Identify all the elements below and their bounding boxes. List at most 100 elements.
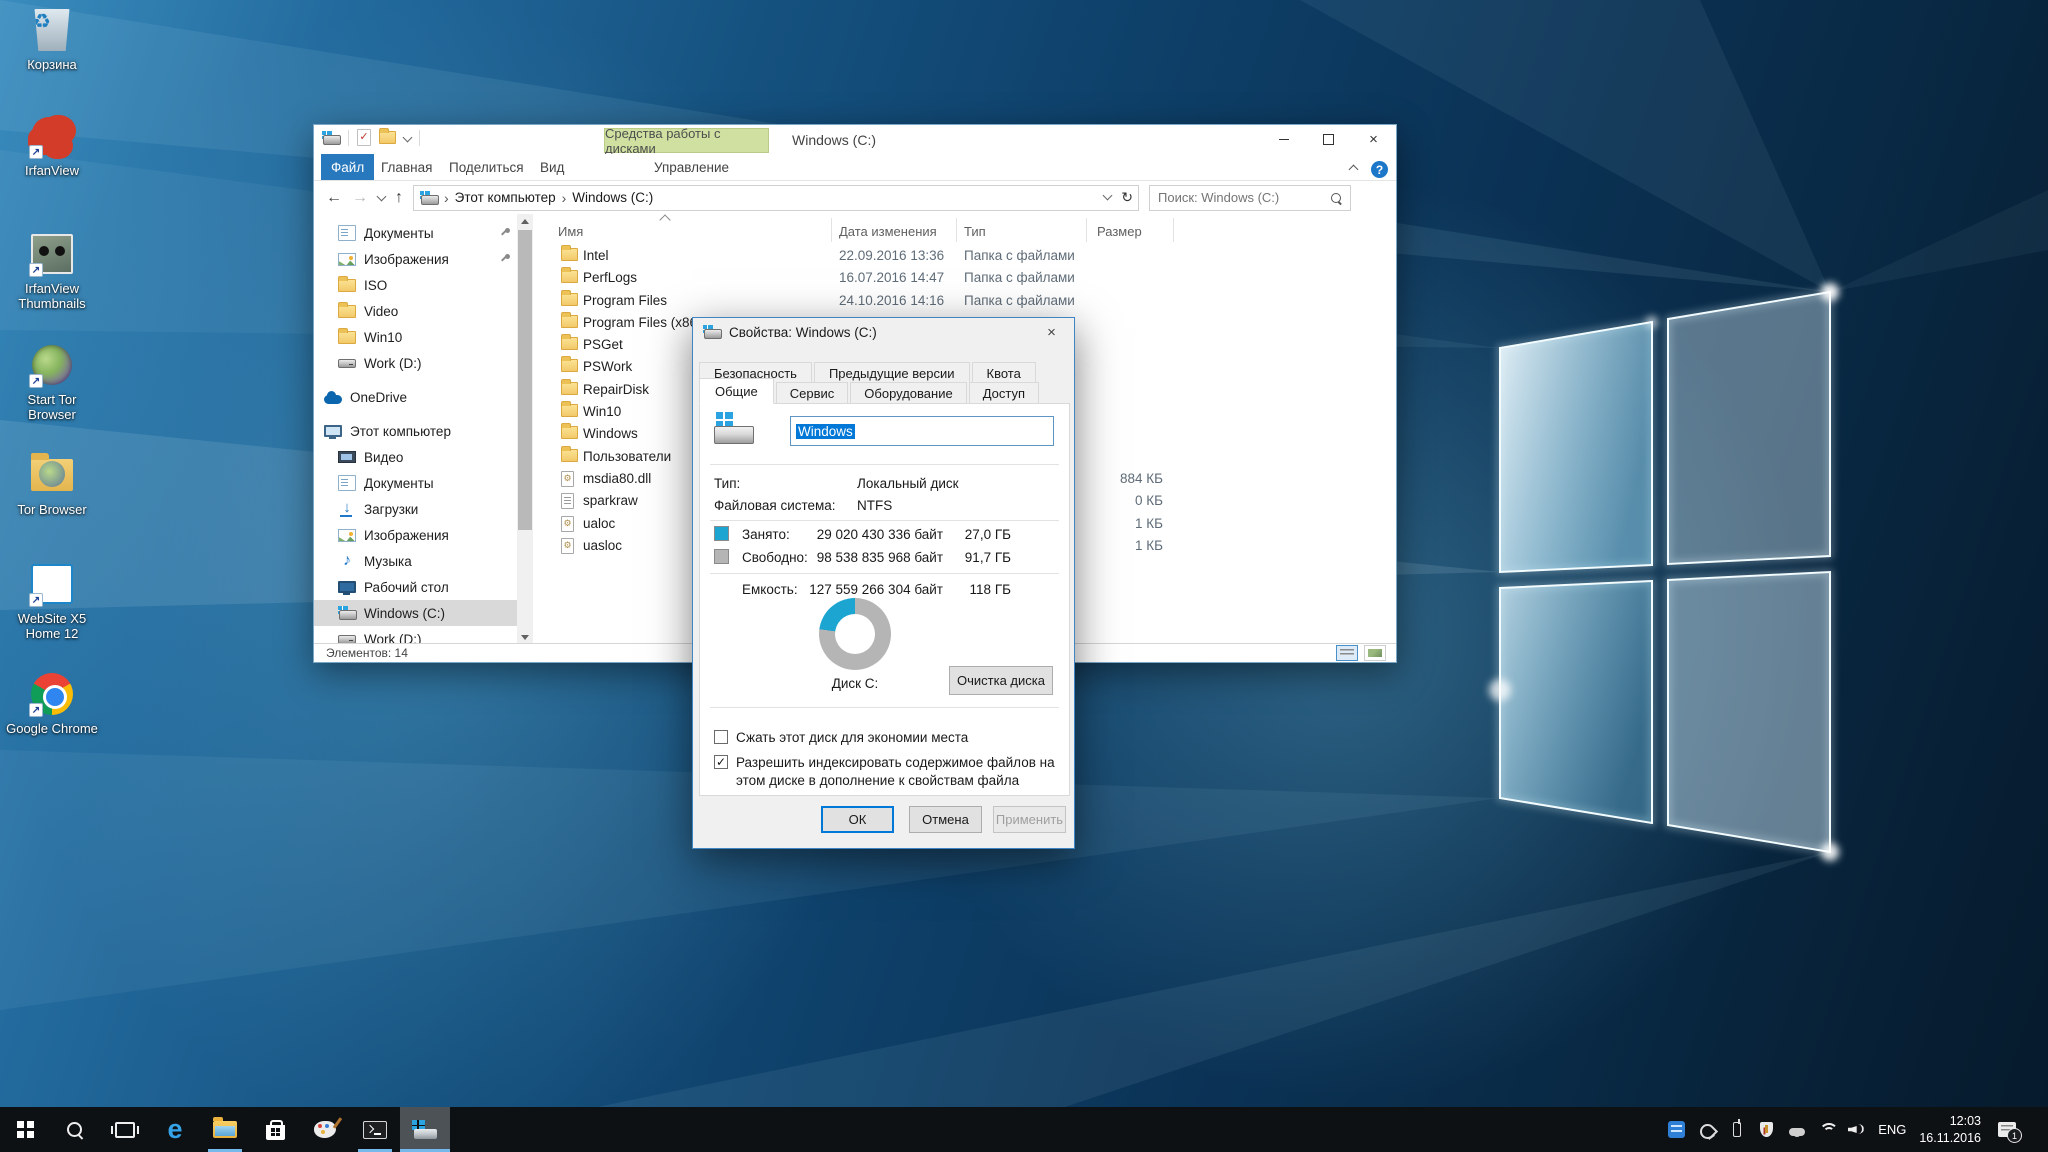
forward-icon[interactable]: → bbox=[352, 189, 368, 207]
up-icon[interactable]: ↑ bbox=[395, 189, 403, 207]
new-folder-qat-icon[interactable] bbox=[379, 131, 396, 144]
nav-item[interactable]: Этот компьютер bbox=[314, 418, 533, 444]
desktop-icon[interactable]: ↗ Tor Browser bbox=[6, 451, 98, 517]
file-row[interactable]: PerfLogs 16.07.2016 14:47 Папка с файлам… bbox=[533, 267, 1396, 289]
address-dropdown-chevron-icon[interactable] bbox=[1103, 191, 1113, 201]
ribbon-tab[interactable]: Вид bbox=[530, 154, 574, 180]
desktop-icon[interactable]: ↗ Google Chrome bbox=[6, 670, 98, 736]
ribbon-tab[interactable]: Главная bbox=[371, 154, 442, 180]
tray-icon[interactable] bbox=[1758, 1121, 1775, 1138]
nav-item[interactable]: Work (D:) bbox=[314, 350, 533, 376]
disk-cleanup-button[interactable]: Очистка диска bbox=[949, 666, 1053, 695]
explorer-titlebar[interactable]: Средства работы с дисками Windows (C:) × bbox=[314, 125, 1396, 154]
nav-item[interactable]: Рабочий стол bbox=[314, 574, 533, 600]
tray-icon[interactable] bbox=[1728, 1121, 1745, 1138]
drive-name-input[interactable]: Windows bbox=[790, 416, 1054, 446]
breadcrumb-current[interactable]: Windows (C:) bbox=[572, 190, 653, 205]
disk-usage-donut bbox=[819, 598, 891, 670]
minimize-button[interactable] bbox=[1261, 125, 1306, 154]
recent-locations-chevron-icon[interactable] bbox=[377, 191, 387, 201]
dialog-tab[interactable]: Предыдущие версии bbox=[814, 362, 970, 383]
taskbar-app[interactable] bbox=[50, 1107, 100, 1152]
desktop-icon[interactable]: ↗ Start Tor Browser bbox=[6, 341, 98, 423]
ok-button[interactable]: ОК bbox=[821, 806, 894, 833]
nav-scrollbar[interactable] bbox=[517, 214, 533, 645]
maximize-button[interactable] bbox=[1306, 125, 1351, 154]
nav-item[interactable]: Загрузки bbox=[314, 496, 533, 522]
free-size: 91,7 ГБ bbox=[965, 550, 1011, 565]
taskbar-app[interactable] bbox=[0, 1107, 50, 1152]
taskbar-app[interactable] bbox=[400, 1107, 450, 1152]
nav-item[interactable]: Windows (C:) bbox=[314, 600, 533, 626]
customize-qat-chevron-icon[interactable] bbox=[403, 133, 413, 143]
address-bar[interactable]: Этот компьютер Windows (C:) ↻ bbox=[413, 185, 1139, 211]
column-header-type[interactable]: Тип bbox=[964, 224, 986, 239]
column-header-size[interactable]: Размер bbox=[1097, 224, 1142, 239]
desktop-icon[interactable]: ↗ WebSite X5 Home 12 bbox=[6, 560, 98, 642]
dialog-tab[interactable]: Общие bbox=[699, 378, 774, 404]
ribbon-tab[interactable]: Управление bbox=[644, 154, 739, 180]
search-icon[interactable] bbox=[1331, 193, 1343, 205]
taskbar-app[interactable] bbox=[350, 1107, 400, 1152]
taskbar-app[interactable] bbox=[100, 1107, 150, 1152]
nav-item[interactable]: Документы bbox=[314, 220, 533, 246]
search-input[interactable] bbox=[1150, 186, 1350, 210]
nav-item[interactable]: Изображения bbox=[314, 246, 533, 272]
scrollbar-thumb[interactable] bbox=[518, 230, 532, 530]
close-button[interactable]: × bbox=[1351, 125, 1396, 154]
nav-item[interactable]: Win10 bbox=[314, 324, 533, 350]
nav-item[interactable]: ISO bbox=[314, 272, 533, 298]
taskbar-app[interactable] bbox=[150, 1107, 200, 1152]
ribbon-tab[interactable]: Файл bbox=[321, 154, 374, 180]
nav-item[interactable]: OneDrive bbox=[314, 384, 533, 410]
taskbar-clock[interactable]: 12:03 16.11.2016 bbox=[1919, 1113, 1981, 1147]
file-row[interactable]: Intel 22.09.2016 13:36 Папка с файлами bbox=[533, 245, 1396, 267]
scroll-up-icon[interactable] bbox=[521, 219, 529, 224]
taskbar-app[interactable] bbox=[300, 1107, 350, 1152]
nav-item[interactable]: Видео bbox=[314, 444, 533, 470]
taskbar-app[interactable] bbox=[250, 1107, 300, 1152]
tray-icon[interactable] bbox=[1818, 1121, 1835, 1138]
dialog-tab[interactable]: Квота bbox=[972, 362, 1036, 383]
breadcrumb-root[interactable]: Этот компьютер bbox=[455, 190, 556, 205]
scroll-down-icon[interactable] bbox=[521, 635, 529, 640]
tray-icon[interactable] bbox=[1788, 1121, 1805, 1138]
column-header-date[interactable]: Дата изменения bbox=[839, 224, 937, 239]
action-center[interactable]: 1 bbox=[1998, 1121, 2015, 1138]
dialog-tab[interactable]: Оборудование bbox=[850, 382, 966, 404]
desktop-icon[interactable]: ↗ IrfanView bbox=[6, 112, 98, 178]
file-row[interactable]: Program Files 24.10.2016 14:16 Папка с ф… bbox=[533, 290, 1396, 312]
file-name: Program Files bbox=[583, 293, 667, 308]
cancel-button[interactable]: Отмена bbox=[909, 806, 982, 833]
dialog-tab[interactable]: Сервис bbox=[776, 382, 849, 404]
tray-icon[interactable] bbox=[1698, 1121, 1715, 1138]
column-header-name[interactable]: Имя bbox=[558, 224, 583, 239]
dialog-close-icon[interactable]: × bbox=[1029, 318, 1074, 347]
properties-qat-icon[interactable] bbox=[357, 129, 371, 146]
help-icon[interactable]: ? bbox=[1371, 161, 1388, 178]
nav-item[interactable]: Документы bbox=[314, 470, 533, 496]
large-icons-view-icon[interactable] bbox=[1364, 645, 1386, 661]
used-swatch bbox=[714, 526, 729, 541]
dialog-tab[interactable]: Доступ bbox=[969, 382, 1039, 404]
nav-item[interactable]: Музыка bbox=[314, 548, 533, 574]
back-icon[interactable]: ← bbox=[326, 189, 342, 207]
contextual-tab-header[interactable]: Средства работы с дисками bbox=[604, 128, 769, 153]
taskbar-app[interactable] bbox=[200, 1107, 250, 1152]
tray-icon[interactable] bbox=[1668, 1121, 1685, 1138]
tray-icon[interactable] bbox=[1848, 1121, 1865, 1138]
nav-item[interactable]: Video bbox=[314, 298, 533, 324]
dialog-titlebar[interactable]: Свойства: Windows (C:) × bbox=[693, 318, 1074, 348]
ribbon-tab[interactable]: Поделиться bbox=[439, 154, 534, 180]
computer-icon bbox=[324, 425, 342, 437]
desktop-icon[interactable]: ↗ IrfanView Thumbnails bbox=[6, 230, 98, 312]
apply-button[interactable]: Применить bbox=[993, 806, 1066, 833]
desktop-icon[interactable]: ↗ Корзина bbox=[6, 6, 98, 72]
index-checkbox[interactable] bbox=[714, 755, 728, 769]
details-view-icon[interactable] bbox=[1336, 645, 1358, 661]
language-indicator[interactable]: ENG bbox=[1878, 1122, 1906, 1137]
collapse-ribbon-chevron-icon[interactable] bbox=[1349, 165, 1359, 175]
compress-checkbox[interactable] bbox=[714, 730, 728, 744]
nav-item[interactable]: Изображения bbox=[314, 522, 533, 548]
refresh-icon[interactable]: ↻ bbox=[1121, 189, 1133, 206]
